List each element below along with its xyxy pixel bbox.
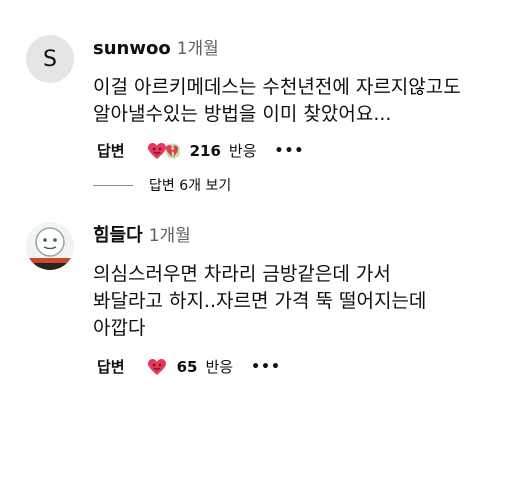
avatar[interactable]	[26, 222, 74, 270]
avatar[interactable]: S	[26, 35, 74, 83]
reply-button[interactable]: 답변	[97, 356, 125, 377]
reaction-count: 65	[176, 357, 198, 376]
reaction-count: 216	[189, 141, 221, 160]
comment-header: sunwoo 1개월	[93, 38, 507, 60]
comment-body: sunwoo 1개월 이걸 아르키메데스는 수천년전에 자르지않고도 알아낼수있는…	[93, 38, 507, 128]
reactions[interactable]	[147, 358, 167, 376]
replies-divider	[93, 184, 133, 186]
reply-button[interactable]: 답변	[97, 140, 125, 161]
view-replies-label[interactable]: 답변 6개 보기	[149, 175, 231, 195]
reactions[interactable]	[147, 142, 180, 160]
comment-actions: 답변 216 반응 •••	[97, 140, 304, 161]
timestamp[interactable]: 1개월	[149, 226, 191, 246]
avatar-letter: S	[43, 46, 57, 72]
cracked-heart-icon	[165, 143, 180, 158]
avatar-image	[26, 222, 74, 270]
author-name[interactable]: 힘들다	[93, 225, 143, 246]
timestamp[interactable]: 1개월	[177, 39, 219, 59]
comment-actions: 답변 65 반응 •••	[97, 356, 281, 377]
comment-header: 힘들다 1개월	[93, 225, 507, 247]
heart-face-icon	[147, 358, 166, 375]
reaction-label[interactable]: 반응	[229, 140, 257, 161]
author-name[interactable]: sunwoo	[93, 38, 171, 59]
comment-text: 의심스러우면 차라리 금방같은데 가서 봐달라고 하지..자르면 가격 뚝 떨어…	[93, 263, 427, 339]
reaction-label[interactable]: 반응	[205, 356, 233, 377]
comment-text: 이걸 아르키메데스는 수천년전에 자르지않고도 알아낼수있는 방법을 이미 찾았…	[93, 76, 461, 125]
more-options-icon[interactable]: •••	[251, 359, 281, 375]
comment-body: 힘들다 1개월 의심스러우면 차라리 금방같은데 가서 봐달라고 하지..자르면 …	[93, 225, 507, 342]
more-options-icon[interactable]: •••	[275, 143, 305, 159]
view-replies-link[interactable]: 답변 6개 보기	[93, 175, 231, 195]
